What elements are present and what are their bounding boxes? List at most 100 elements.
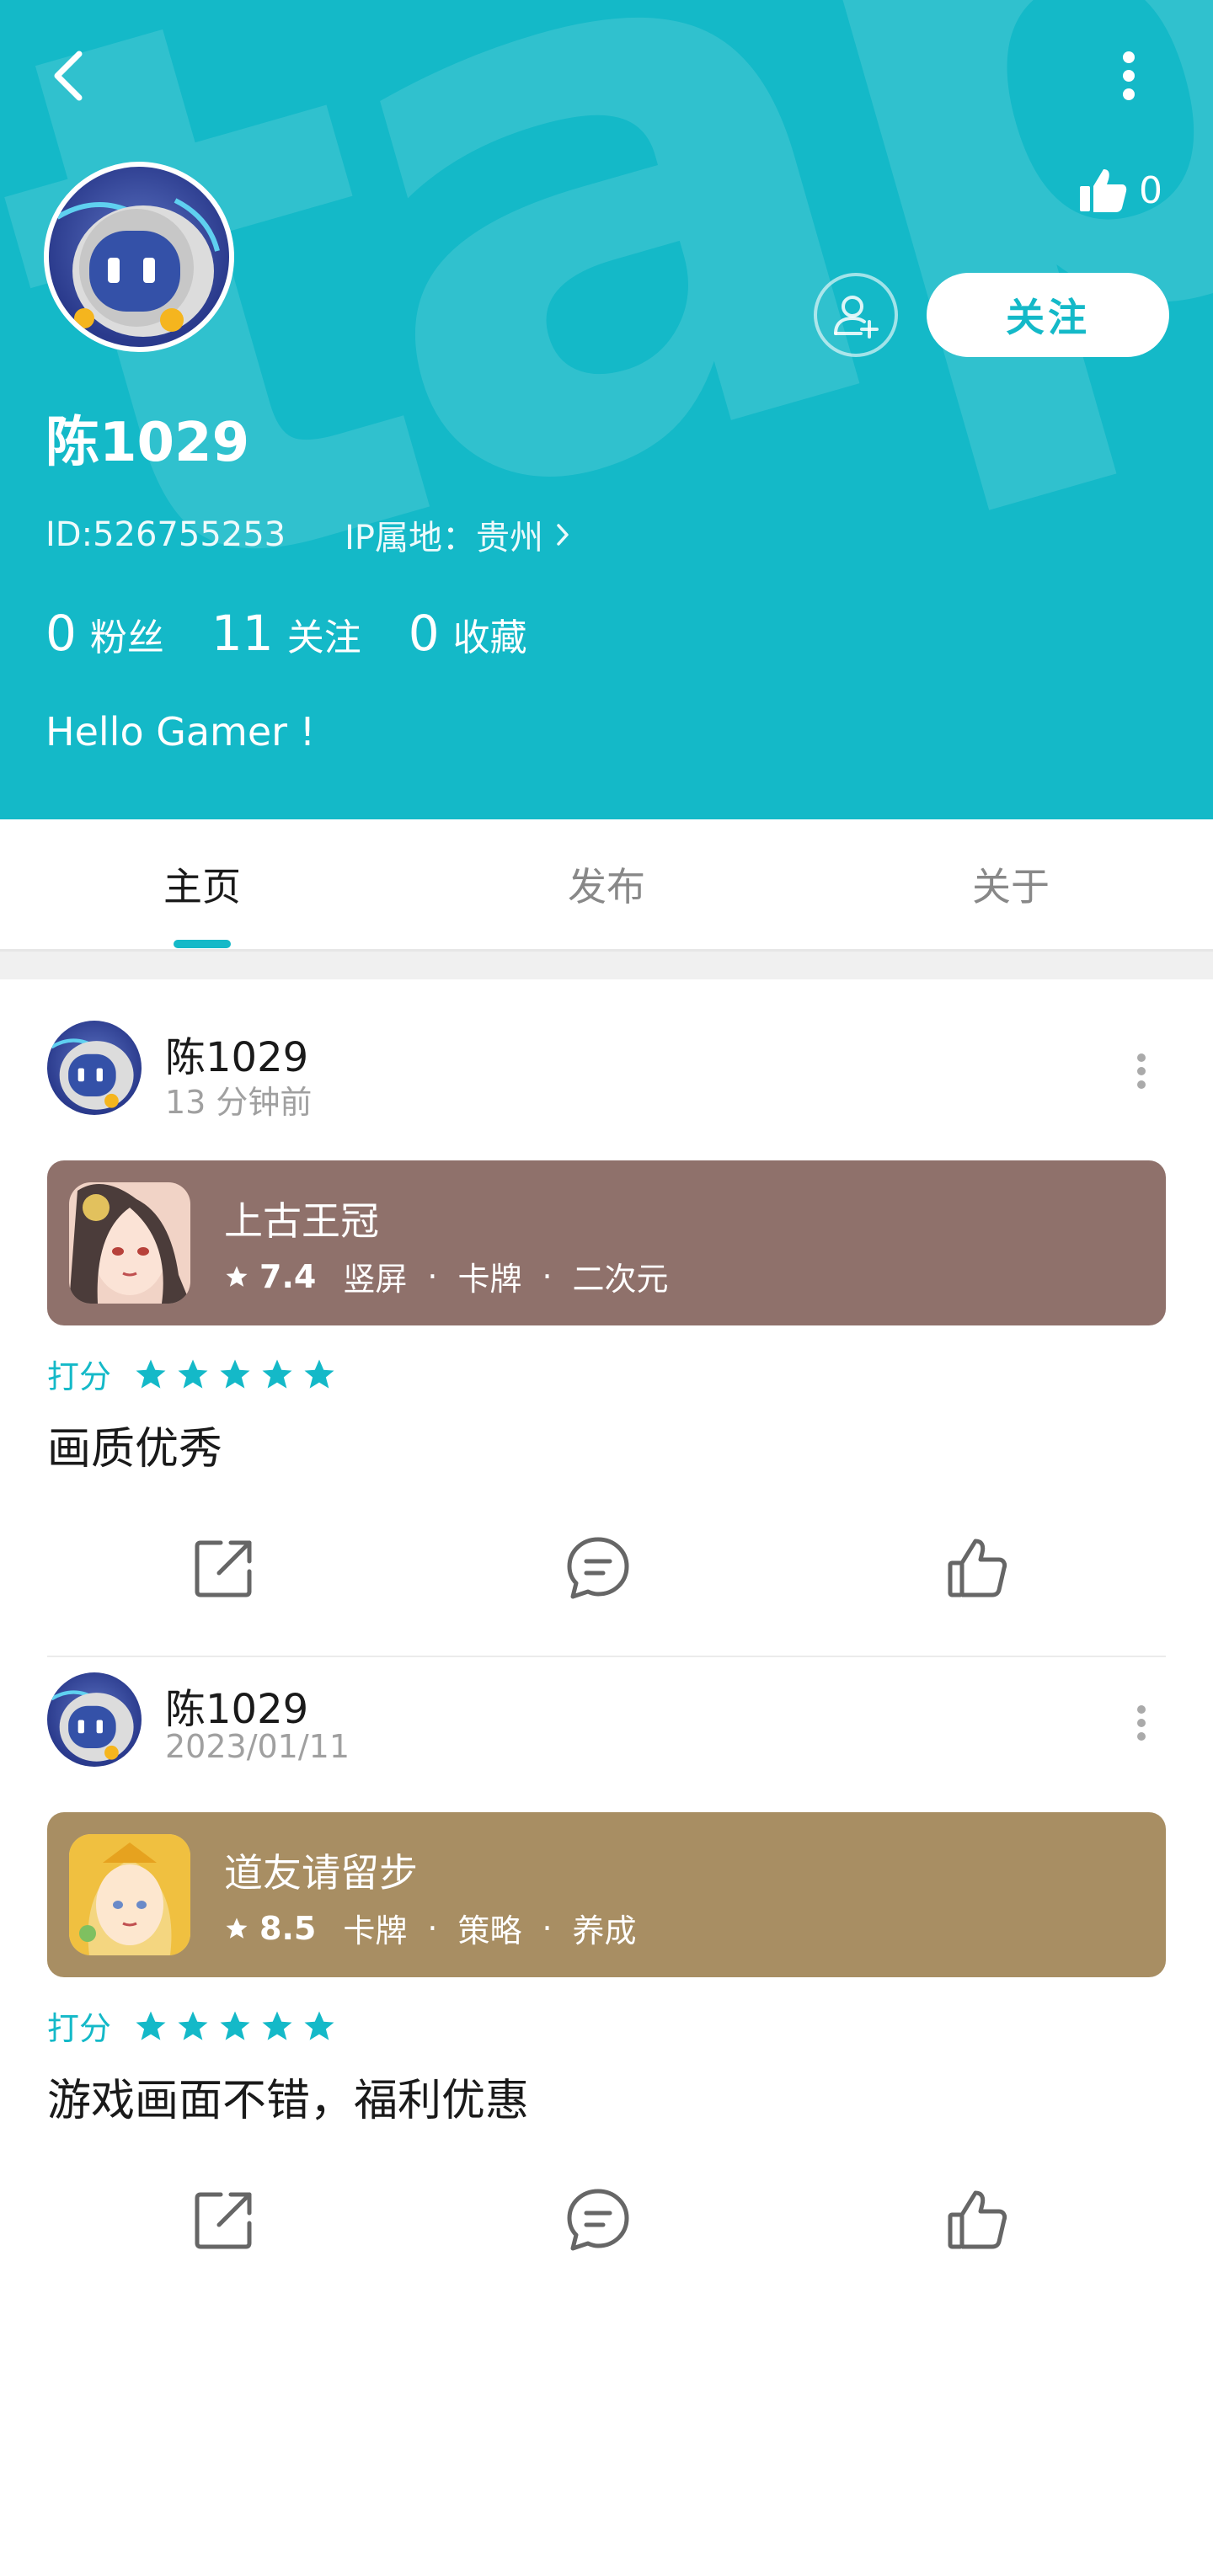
post-author-avatar[interactable] (47, 1672, 142, 1767)
game-meta: 8.5 卡牌 · 策略 · 养成 (224, 1905, 637, 1951)
star-icon (262, 2011, 292, 2040)
game-art-icon (69, 1182, 190, 1304)
game-score: 7.4 (259, 1257, 317, 1295)
post-text: 游戏画面不错，福利优惠 (47, 2076, 530, 2126)
more-vertical-icon (1137, 1053, 1146, 1089)
stat-number: 0 (408, 605, 440, 662)
comment-button[interactable] (556, 1526, 640, 1610)
stat-label: 粉丝 (89, 616, 164, 659)
post-actions (0, 1526, 1213, 1610)
tag-separator: · (427, 1257, 438, 1295)
star-icon (304, 2011, 334, 2040)
profile-bio: Hello Gamer ! (45, 709, 316, 755)
tag-separator: · (427, 1909, 438, 1947)
share-button[interactable] (182, 2178, 266, 2262)
game-tag: 养成 (572, 1912, 637, 1949)
star-icon (220, 1359, 250, 1389)
profile-header: tapta 0 关注 陈1029 ID:526755253 IP属地：贵州 0 … (0, 0, 1213, 819)
star-icon (136, 2011, 166, 2040)
post-more-button[interactable] (1120, 1689, 1162, 1757)
game-score: 8.5 (259, 1909, 317, 1947)
profile-tabs: 主页 发布 关于 (0, 819, 1213, 949)
game-tag: 竖屏 (343, 1261, 408, 1298)
more-options-button[interactable] (1095, 42, 1162, 109)
chevron-left-icon (54, 51, 83, 101)
profile-meta: ID:526755253 IP属地：贵州 (45, 510, 570, 559)
tag-separator: · (542, 1909, 553, 1947)
game-name: 上古王冠 (224, 1198, 379, 1244)
tab-home[interactable]: 主页 (0, 819, 404, 949)
post-actions (0, 2178, 1213, 2262)
game-art-icon (69, 1834, 190, 1955)
tab-about[interactable]: 关于 (809, 819, 1213, 949)
profile-like-button[interactable]: 0 (1078, 160, 1162, 221)
star-icon (136, 1359, 166, 1389)
post-author-name[interactable]: 陈1029 (165, 1676, 308, 1735)
post-author-name[interactable]: 陈1029 (165, 1024, 308, 1083)
ip-location: IP属地：贵州 (345, 519, 544, 557)
comment-button[interactable] (556, 2178, 640, 2262)
share-icon (195, 2192, 252, 2249)
game-icon (69, 1834, 190, 1955)
back-button[interactable] (34, 42, 101, 109)
like-button[interactable] (935, 1526, 1019, 1610)
stat-label: 收藏 (452, 616, 527, 659)
tag-separator: · (542, 1257, 553, 1295)
profile-stats: 0 粉丝 11 关注 0 收藏 (45, 605, 574, 662)
thumbs-up-icon (948, 1539, 1007, 1597)
game-card[interactable]: 道友请留步 8.5 卡牌 · 策略 · 养成 (47, 1812, 1166, 1977)
robot-avatar-icon (56, 198, 220, 337)
game-card[interactable]: 上古王冠 7.4 竖屏 · 卡牌 · 二次元 (47, 1160, 1166, 1325)
like-count: 0 (1139, 168, 1162, 212)
more-vertical-icon (1123, 51, 1135, 100)
share-icon (195, 1540, 252, 1597)
game-tag: 二次元 (572, 1261, 669, 1298)
rating-row: 打分 (47, 1351, 337, 1397)
stat-favorites[interactable]: 0 收藏 (409, 605, 527, 662)
game-meta: 7.4 竖屏 · 卡牌 · 二次元 (224, 1253, 669, 1299)
chevron-right-icon (557, 524, 569, 546)
robot-avatar-icon (51, 1690, 134, 1762)
game-tag: 卡牌 (457, 1261, 522, 1298)
share-button[interactable] (182, 1526, 266, 1610)
post-text: 画质优秀 (47, 1424, 223, 1475)
star-icon (226, 1917, 248, 1939)
star-icon (220, 2011, 250, 2040)
stat-number: 11 (211, 605, 274, 662)
user-id: ID:526755253 (45, 515, 286, 554)
rating-label: 打分 (47, 2010, 112, 2047)
rating-row: 打分 (47, 2003, 337, 2049)
post-timestamp: 13 分钟前 (165, 1084, 313, 1121)
ip-location-link[interactable]: IP属地：贵州 (345, 510, 570, 559)
tab-posts[interactable]: 发布 (404, 819, 809, 949)
active-tab-indicator (174, 940, 231, 948)
comment-icon (567, 2189, 629, 2251)
game-tag: 策略 (457, 1912, 522, 1949)
add-friend-button[interactable] (814, 273, 898, 357)
game-tag: 卡牌 (343, 1912, 408, 1949)
add-user-icon (834, 296, 879, 339)
stat-followers[interactable]: 0 粉丝 (45, 605, 164, 662)
stat-number: 0 (45, 605, 77, 662)
profile-username: 陈1029 (45, 412, 250, 474)
stat-following[interactable]: 11 关注 (211, 605, 361, 662)
game-icon (69, 1182, 190, 1304)
post-divider (47, 1656, 1166, 1657)
comment-icon (567, 1537, 629, 1599)
like-button[interactable] (935, 2178, 1019, 2262)
post-author-avatar[interactable] (47, 1021, 142, 1115)
post-timestamp: 2023/01/11 (165, 1728, 350, 1765)
star-icon (178, 1359, 208, 1389)
star-icon (178, 2011, 208, 2040)
robot-avatar-icon (51, 1038, 134, 1110)
star-icon (304, 1359, 334, 1389)
stat-label: 关注 (286, 616, 361, 659)
rating-label: 打分 (47, 1358, 112, 1395)
thumbs-up-icon (1080, 169, 1127, 212)
star-icon (226, 1266, 248, 1287)
section-divider (0, 949, 1213, 979)
post-more-button[interactable] (1120, 1037, 1162, 1105)
follow-button[interactable]: 关注 (927, 273, 1169, 357)
profile-avatar[interactable] (44, 162, 234, 352)
game-name: 道友请留步 (224, 1850, 418, 1896)
